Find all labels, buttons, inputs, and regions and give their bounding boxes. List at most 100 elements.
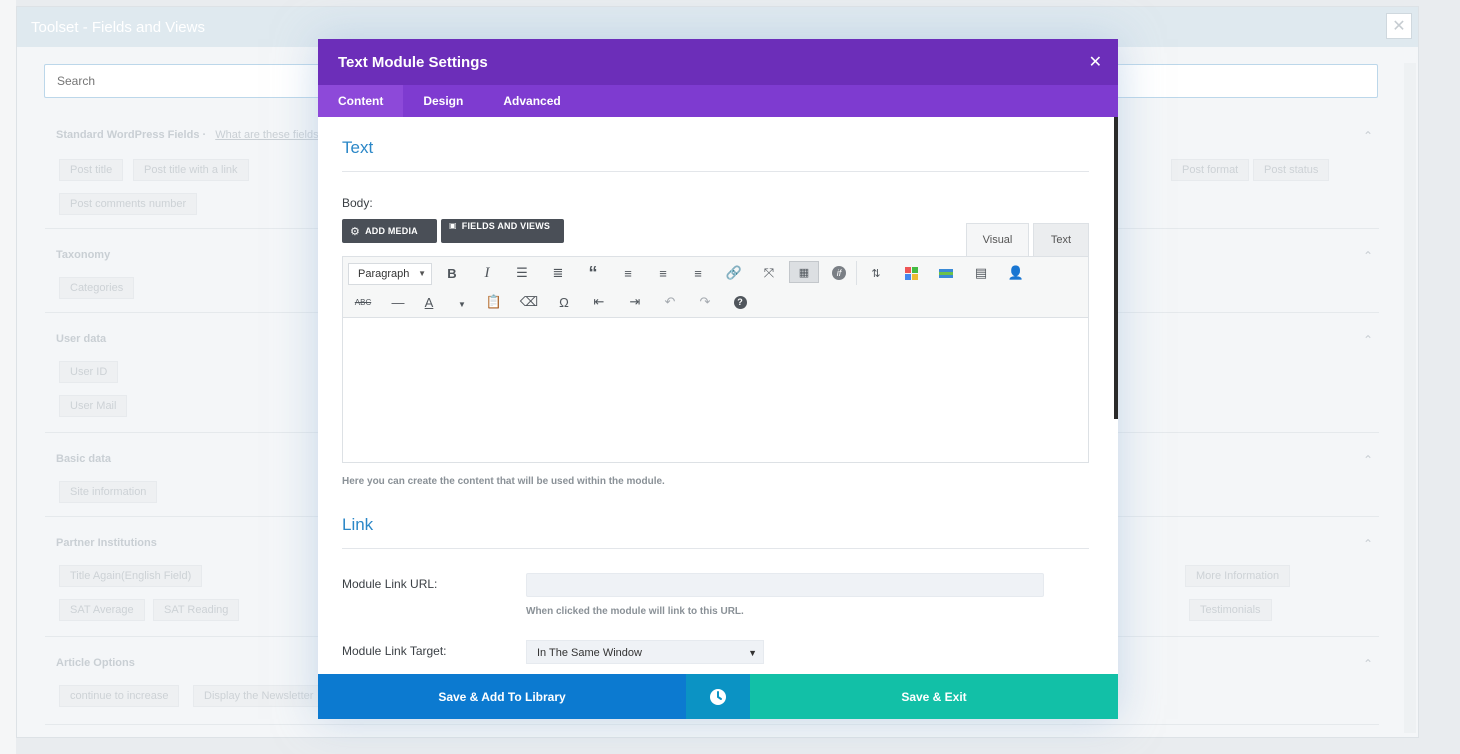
chevron-up-icon[interactable]: ⌃	[1363, 657, 1373, 671]
indent-icon[interactable]: ⇥	[623, 291, 647, 313]
field-chip[interactable]: Title Again(English Field)	[59, 565, 203, 587]
format-select[interactable]: Paragraph ▼	[348, 263, 432, 285]
shortcode-icon[interactable]: if	[827, 262, 851, 284]
body-hint: Here you can create the content that wil…	[342, 476, 665, 487]
save-add-to-library-button[interactable]: Save & Add To Library	[318, 674, 686, 719]
section-divider	[342, 171, 1089, 172]
toolset-scrollbar[interactable]	[1404, 63, 1416, 733]
align-center-icon[interactable]: ≡	[651, 262, 675, 284]
fields-and-views-button[interactable]: ▣ FIELDS AND VIEWS	[441, 219, 564, 243]
chevron-up-icon[interactable]: ⌃	[1363, 537, 1373, 551]
field-chip[interactable]: Post title	[59, 159, 124, 181]
save-exit-button[interactable]: Save & Exit	[750, 674, 1118, 719]
widget-icon[interactable]	[899, 262, 923, 284]
caret-down-icon[interactable]: ▼	[450, 293, 474, 315]
background-edge	[0, 0, 16, 754]
field-chip[interactable]: SAT Average	[59, 599, 145, 621]
user-icon[interactable]: 👤	[1004, 262, 1028, 284]
modal-scrollbar[interactable]	[1114, 117, 1118, 419]
toolset-close-button[interactable]: ✕	[1386, 13, 1412, 39]
field-chip[interactable]: More Information	[1185, 565, 1291, 587]
caret-down-icon: ▼	[418, 269, 426, 278]
body-label: Body:	[342, 196, 373, 210]
field-chip[interactable]: Testimonials	[1189, 599, 1272, 621]
module-link-url-hint: When clicked the module will link to thi…	[526, 606, 744, 617]
numbered-list-icon[interactable]: ≣	[546, 262, 570, 284]
outdent-icon[interactable]: ⇤	[587, 291, 611, 313]
fullscreen-icon[interactable]: ⤧	[757, 262, 781, 284]
help-icon[interactable]: ?	[728, 291, 752, 313]
bold-icon[interactable]: B	[440, 262, 464, 284]
module-link-url-input[interactable]	[526, 573, 1044, 597]
module-link-url-label: Module Link URL:	[342, 577, 438, 591]
field-chip[interactable]: continue to increase	[59, 685, 180, 707]
field-chip[interactable]: User Mail	[59, 395, 128, 417]
modal-tabs: Content Design Advanced	[318, 85, 1118, 117]
align-right-icon[interactable]: ≡	[686, 262, 710, 284]
toolset-icon: ▣	[449, 221, 457, 230]
link-icon[interactable]: 🔗	[722, 262, 746, 284]
chevron-up-icon[interactable]: ⌃	[1363, 249, 1373, 263]
modal-body: Text Body: ⚙ ADD MEDIA ▣ FIELDS AND VIEW…	[318, 117, 1118, 674]
section-title: Taxonomy	[56, 249, 111, 261]
text-module-settings-modal: Text Module Settings ✕ Content Design Ad…	[318, 39, 1118, 719]
field-chip[interactable]: Post comments number	[59, 193, 198, 215]
chevron-up-icon[interactable]: ⌃	[1363, 333, 1373, 347]
insert-icon[interactable]: ⇅	[864, 262, 888, 284]
field-chip[interactable]: User ID	[59, 361, 119, 383]
text-section-heading: Text	[342, 138, 374, 157]
field-chip[interactable]: Post title with a link	[133, 159, 249, 181]
section-title: Standard WordPress Fields · What are the…	[56, 129, 325, 141]
toolset-dialog-title: Toolset - Fields and Views	[31, 18, 205, 36]
tab-content[interactable]: Content	[318, 85, 404, 117]
field-chip[interactable]: Site information	[59, 481, 158, 503]
editor-tab-text[interactable]: Text	[1033, 223, 1089, 256]
redo-icon[interactable]: ↷	[693, 291, 717, 313]
align-left-icon[interactable]: ≡	[616, 262, 640, 284]
section-help-link[interactable]: What are these fields?	[215, 129, 324, 141]
add-media-button[interactable]: ⚙ ADD MEDIA	[342, 219, 437, 243]
undo-icon[interactable]: ↶	[658, 291, 682, 313]
section-title: Article Options	[56, 657, 135, 669]
history-icon	[710, 688, 726, 705]
section-divider	[342, 548, 1089, 549]
field-chip[interactable]: Categories	[59, 277, 135, 299]
chevron-up-icon[interactable]: ⌃	[1363, 129, 1373, 143]
tab-advanced[interactable]: Advanced	[483, 85, 580, 117]
media-icon: ⚙	[350, 225, 361, 238]
caret-down-icon: ▼	[748, 648, 757, 658]
italic-icon[interactable]: I	[475, 262, 499, 284]
chevron-up-icon[interactable]: ⌃	[1363, 453, 1373, 467]
body-editor[interactable]	[342, 318, 1089, 463]
modal-header: Text Module Settings	[318, 39, 1118, 85]
tab-design[interactable]: Design	[403, 85, 483, 117]
field-chip[interactable]: SAT Reading	[153, 599, 240, 621]
module-link-target-label: Module Link Target:	[342, 644, 447, 658]
module-link-target-select[interactable]: In The Same Window ▼	[526, 640, 764, 664]
layout-icon[interactable]	[934, 262, 958, 284]
history-button[interactable]	[686, 674, 750, 719]
toolbar-separator	[856, 261, 857, 285]
clear-format-icon[interactable]: ⌫	[517, 291, 541, 313]
special-char-icon[interactable]: Ω	[552, 291, 576, 313]
paste-text-icon[interactable]: 📋	[482, 291, 506, 313]
bullet-list-icon[interactable]: ☰	[510, 262, 534, 284]
toolbar-toggle-icon[interactable]: ▦	[789, 261, 819, 283]
link-section-heading: Link	[342, 515, 374, 534]
close-icon[interactable]: ✕	[1089, 52, 1102, 72]
text-color-icon[interactable]: A	[417, 291, 441, 313]
section-title: Partner Institutions	[56, 537, 157, 549]
editor-tab-visual[interactable]: Visual	[966, 223, 1029, 256]
blockquote-icon[interactable]: “	[581, 262, 605, 284]
strikethrough-icon[interactable]: ABC	[351, 291, 375, 313]
horizontal-line-icon[interactable]: —	[386, 291, 410, 313]
table-icon[interactable]: ▤	[969, 262, 993, 284]
modal-footer: Save & Add To Library Save & Exit	[318, 674, 1118, 719]
field-chip[interactable]: Display the Newsletter	[193, 685, 325, 707]
section-title: Basic data	[56, 453, 112, 465]
field-chip[interactable]: Post status	[1253, 159, 1330, 181]
section-title: User data	[56, 333, 107, 345]
field-chip[interactable]: Post format	[1171, 159, 1250, 181]
modal-title: Text Module Settings	[338, 53, 488, 71]
editor-toolbar: Paragraph ▼ B I ☰ ≣ “ ≡ ≡ ≡ 🔗 ⤧ ▦ if ⇅ ▤…	[342, 256, 1089, 318]
